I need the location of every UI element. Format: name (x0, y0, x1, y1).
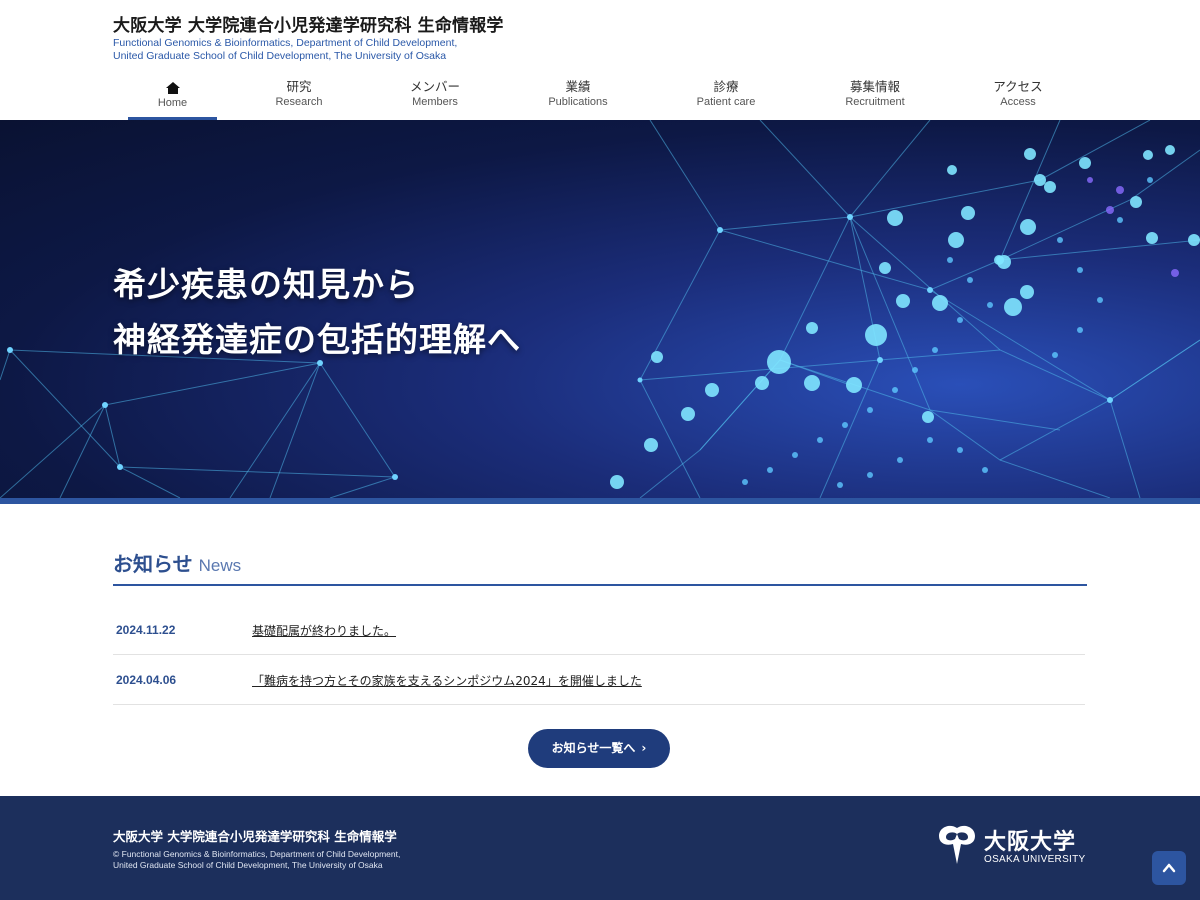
news-list-button[interactable]: お知らせ一覧へ › (528, 729, 670, 768)
nav-members-jp: メンバー (409, 79, 460, 94)
nav-research-en: Research (275, 96, 323, 108)
nav-research-jp: 研究 (286, 79, 312, 94)
hero-heading-line2: 神経発達症の包括的理解へ (113, 320, 521, 359)
osaka-university-logo-jp: 大阪大学 (984, 830, 1077, 855)
main-nav: Home 研究 Research メンバー Members 業績 Publica… (0, 78, 1200, 120)
news-list-button-label: お知らせ一覧へ (551, 741, 636, 755)
footer-title: 大阪大学 大学院連合小児発達学研究科 生命情報学 (113, 829, 397, 844)
site-subtitle-line1: Functional Genomics & Bioinformatics, De… (113, 37, 458, 49)
footer-copyright-line2: United Graduate School of Child Developm… (113, 860, 383, 870)
news-link[interactable]: 基礎配属が終わりました。 (252, 622, 396, 639)
site-title[interactable]: 大阪大学 大学院連合小児発達学研究科 生命情報学 (113, 11, 504, 36)
nav-publications[interactable]: 業績 Publications (538, 78, 618, 120)
back-to-top-button[interactable] (1152, 851, 1186, 885)
news-title-jp: お知らせ (113, 552, 193, 576)
news-title-en: News (198, 556, 242, 575)
nav-access-jp: アクセス (993, 79, 1043, 94)
news-header: お知らせ News (113, 548, 1087, 586)
nav-home-label: Home (157, 97, 188, 109)
osaka-university-logo-icon[interactable] (936, 824, 978, 866)
osaka-university-logo-en: OSAKA UNIVERSITY (984, 854, 1086, 865)
nav-publications-en: Publications (548, 96, 608, 108)
nav-research[interactable]: 研究 Research (264, 78, 334, 120)
news-item: 2024.11.22 基礎配属が終わりました。 (113, 605, 1085, 655)
news-date: 2024.11.22 (116, 623, 176, 637)
site-subtitle-line2: United Graduate School of Child Developm… (113, 50, 447, 62)
nav-publications-jp: 業績 (565, 79, 591, 94)
nav-recruitment[interactable]: 募集情報 Recruitment (835, 78, 915, 120)
footer-copyright: © Functional Genomics & Bioinformatics, … (113, 849, 400, 871)
nav-patient-care-en: Patient care (696, 96, 756, 108)
nav-recruitment-en: Recruitment (845, 96, 905, 108)
nav-members-en: Members (412, 96, 458, 108)
chevron-right-icon: › (641, 741, 647, 755)
footer-copyright-line1: © Functional Genomics & Bioinformatics, … (113, 849, 401, 859)
nav-patient-care[interactable]: 診療 Patient care (686, 78, 766, 120)
hero-banner: 希少疾患の知見から 神経発達症の包括的理解へ (0, 120, 1200, 498)
nav-members[interactable]: メンバー Members (400, 78, 470, 120)
hero-heading-line1: 希少疾患の知見から (113, 265, 419, 304)
site-subtitle: Functional Genomics & Bioinformatics, De… (113, 37, 457, 63)
nav-recruitment-jp: 募集情報 (849, 79, 900, 94)
nav-patient-care-jp: 診療 (713, 79, 739, 94)
news-link[interactable]: 「難病を持つ方とその家族を支えるシンポジウム2024」を開催しました (252, 672, 642, 689)
site-header: 大阪大学 大学院連合小児発達学研究科 生命情報学 Functional Geno… (0, 0, 1200, 120)
nav-access[interactable]: アクセス Access (983, 78, 1053, 120)
news-date: 2024.04.06 (116, 673, 177, 687)
hero-divider (0, 498, 1200, 504)
nav-access-en: Access (1000, 96, 1036, 108)
news-item: 2024.04.06 「難病を持つ方とその家族を支えるシンポジウム2024」を開… (113, 655, 1085, 705)
hero-heading: 希少疾患の知見から 神経発達症の包括的理解へ (113, 257, 521, 367)
nav-home[interactable]: Home (128, 78, 217, 120)
chevron-up-icon (1162, 863, 1176, 873)
home-icon (165, 82, 180, 94)
